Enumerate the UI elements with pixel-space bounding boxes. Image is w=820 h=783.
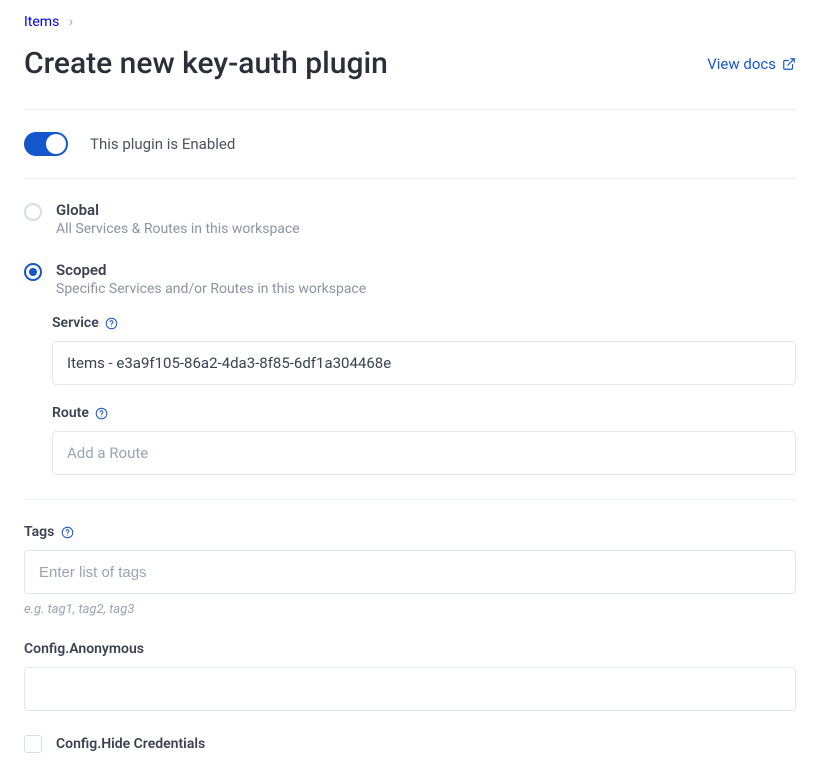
breadcrumb-items-link[interactable]: Items — [24, 14, 59, 30]
breadcrumb-separator: › — [69, 14, 73, 30]
scope-group: Global All Services & Routes in this wor… — [24, 179, 796, 499]
page-title: Create new key-auth plugin — [24, 46, 388, 81]
breadcrumb: Items › — [24, 10, 796, 40]
plugin-enabled-label: This plugin is Enabled — [90, 135, 235, 153]
scoped-subfields: Service Items - e3a9f105-86a2-4da3-8f85-… — [24, 297, 796, 499]
scope-global-title: Global — [56, 201, 300, 219]
scope-global-radio[interactable] — [24, 203, 42, 221]
scope-global-row[interactable]: Global All Services & Routes in this wor… — [24, 193, 796, 237]
plugin-enabled-toggle[interactable] — [24, 132, 68, 156]
route-field: Route Add a Route — [52, 405, 796, 475]
route-placeholder: Add a Route — [67, 444, 148, 462]
scope-scoped-title: Scoped — [56, 261, 366, 279]
route-select[interactable]: Add a Route — [52, 431, 796, 475]
config-anonymous-section: Config.Anonymous — [24, 617, 796, 711]
scope-scoped-row[interactable]: Scoped Specific Services and/or Routes i… — [24, 253, 796, 297]
service-select[interactable]: Items - e3a9f105-86a2-4da3-8f85-6df1a304… — [52, 341, 796, 385]
page-header: Create new key-auth plugin View docs — [24, 46, 796, 81]
tags-label: Tags — [24, 524, 54, 540]
help-icon[interactable] — [60, 525, 74, 539]
tags-input[interactable] — [24, 550, 796, 594]
view-docs-label: View docs — [707, 55, 776, 73]
config-hide-credentials-row[interactable]: Config.Hide Credentials — [24, 735, 796, 753]
config-hide-credentials-checkbox[interactable] — [24, 735, 42, 753]
service-field: Service Items - e3a9f105-86a2-4da3-8f85-… — [52, 315, 796, 385]
enable-section: This plugin is Enabled — [24, 110, 796, 178]
tags-section: Tags e.g. tag1, tag2, tag3 — [24, 500, 796, 617]
config-hide-credentials-label: Config.Hide Credentials — [56, 736, 205, 752]
help-icon[interactable] — [95, 406, 109, 420]
config-anonymous-label: Config.Anonymous — [24, 641, 144, 657]
scope-scoped-desc: Specific Services and/or Routes in this … — [56, 281, 366, 297]
config-anonymous-input[interactable] — [24, 667, 796, 711]
scope-global-desc: All Services & Routes in this workspace — [56, 221, 300, 237]
route-label: Route — [52, 405, 89, 421]
external-link-icon — [782, 57, 796, 71]
service-value: Items - e3a9f105-86a2-4da3-8f85-6df1a304… — [67, 354, 391, 372]
service-label: Service — [52, 315, 99, 331]
scope-scoped-radio[interactable] — [24, 263, 42, 281]
help-icon[interactable] — [105, 316, 119, 330]
view-docs-link[interactable]: View docs — [707, 55, 796, 73]
tags-hint: e.g. tag1, tag2, tag3 — [24, 602, 796, 617]
